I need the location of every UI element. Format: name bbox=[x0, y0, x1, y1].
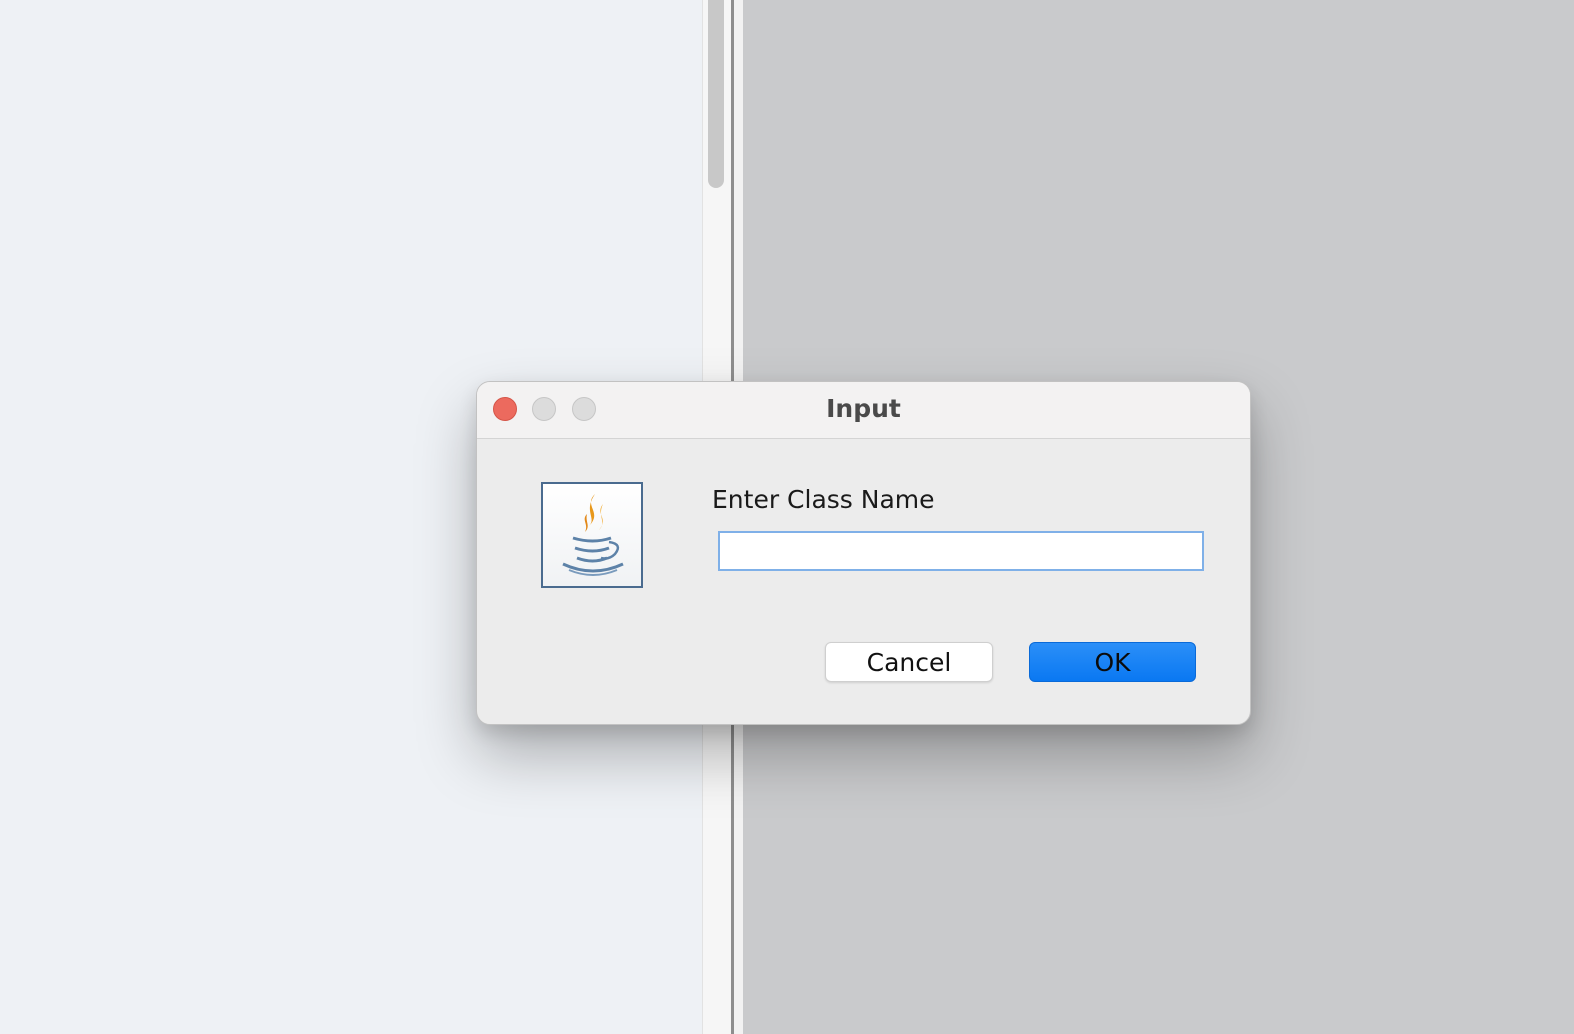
scrollbar-thumb[interactable] bbox=[708, 0, 724, 188]
dialog-title: Input bbox=[826, 394, 901, 423]
prompt-label: Enter Class Name bbox=[712, 485, 935, 514]
dialog-titlebar[interactable]: Input bbox=[477, 382, 1250, 439]
desktop: Input Enter Class Name Cancel OK bbox=[0, 0, 1574, 1034]
java-coffee-cup-icon bbox=[541, 482, 643, 588]
class-name-input[interactable] bbox=[718, 531, 1204, 571]
input-dialog: Input Enter Class Name Cancel OK bbox=[476, 381, 1251, 725]
cancel-button[interactable]: Cancel bbox=[825, 642, 993, 682]
ok-button[interactable]: OK bbox=[1029, 642, 1196, 682]
